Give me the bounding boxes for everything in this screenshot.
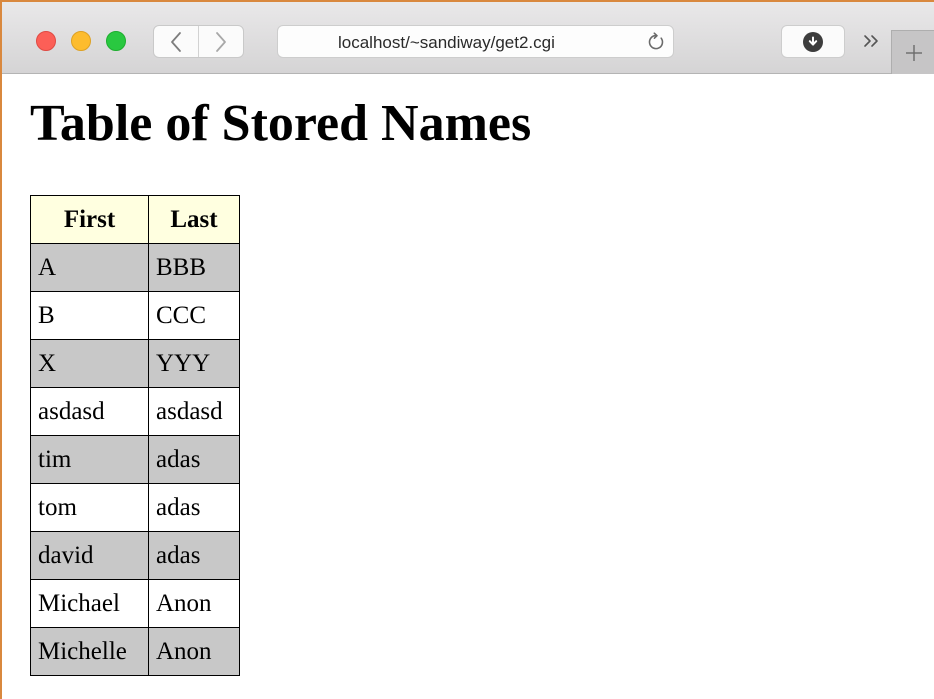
last-name-cell: Anon [148, 579, 240, 628]
address-bar[interactable]: localhost/~sandiway/get2.cgi [277, 25, 674, 58]
last-name-cell: asdasd [148, 387, 240, 436]
first-name-cell: Michael [30, 579, 149, 628]
last-name-cell: Anon [148, 627, 240, 676]
double-chevron-icon [864, 35, 878, 47]
table-row: asdasd asdasd [30, 387, 240, 436]
chevron-left-icon [171, 31, 181, 52]
first-name-cell: B [30, 291, 149, 340]
window-minimize-button[interactable] [71, 31, 91, 51]
last-name-cell: adas [148, 435, 240, 484]
table-row: david adas [30, 531, 240, 580]
first-name-cell: tim [30, 435, 149, 484]
names-table: First Last A BBB B CCC X YYY asdasd asda… [30, 195, 240, 676]
table-row: tim adas [30, 435, 240, 484]
column-header-first: First [30, 195, 149, 244]
first-name-cell: Michelle [30, 627, 149, 676]
last-name-cell: BBB [148, 243, 240, 292]
plus-icon [906, 44, 922, 61]
table-row: tom adas [30, 483, 240, 532]
forward-button[interactable] [198, 26, 243, 57]
browser-toolbar: localhost/~sandiway/get2.cgi [2, 2, 934, 74]
window-maximize-button[interactable] [106, 31, 126, 51]
table-row: Michelle Anon [30, 627, 240, 676]
last-name-cell: adas [148, 483, 240, 532]
downloads-button[interactable] [781, 25, 845, 58]
first-name-cell: tom [30, 483, 149, 532]
new-tab-button[interactable] [891, 30, 934, 74]
address-bar-url[interactable]: localhost/~sandiway/get2.cgi [338, 32, 618, 54]
first-name-cell: david [30, 531, 149, 580]
page-title: Table of Stored Names [30, 95, 532, 152]
first-name-cell: X [30, 339, 149, 388]
last-name-cell: YYY [148, 339, 240, 388]
back-button[interactable] [154, 26, 198, 57]
table-row: X YYY [30, 339, 240, 388]
window-close-button[interactable] [36, 31, 56, 51]
reload-icon[interactable] [646, 32, 666, 52]
table-row: A BBB [30, 243, 240, 292]
toolbar-overflow-button[interactable] [860, 29, 884, 53]
download-icon [803, 31, 823, 52]
navigation-buttons [153, 25, 244, 58]
last-name-cell: adas [148, 531, 240, 580]
table-header-row: First Last [30, 195, 240, 244]
last-name-cell: CCC [148, 291, 240, 340]
table-row: B CCC [30, 291, 240, 340]
first-name-cell: A [30, 243, 149, 292]
first-name-cell: asdasd [30, 387, 149, 436]
column-header-last: Last [148, 195, 240, 244]
table-row: Michael Anon [30, 579, 240, 628]
browser-window: localhost/~sandiway/get2.cgi Table of St… [0, 0, 934, 699]
chevron-right-icon [216, 31, 226, 52]
